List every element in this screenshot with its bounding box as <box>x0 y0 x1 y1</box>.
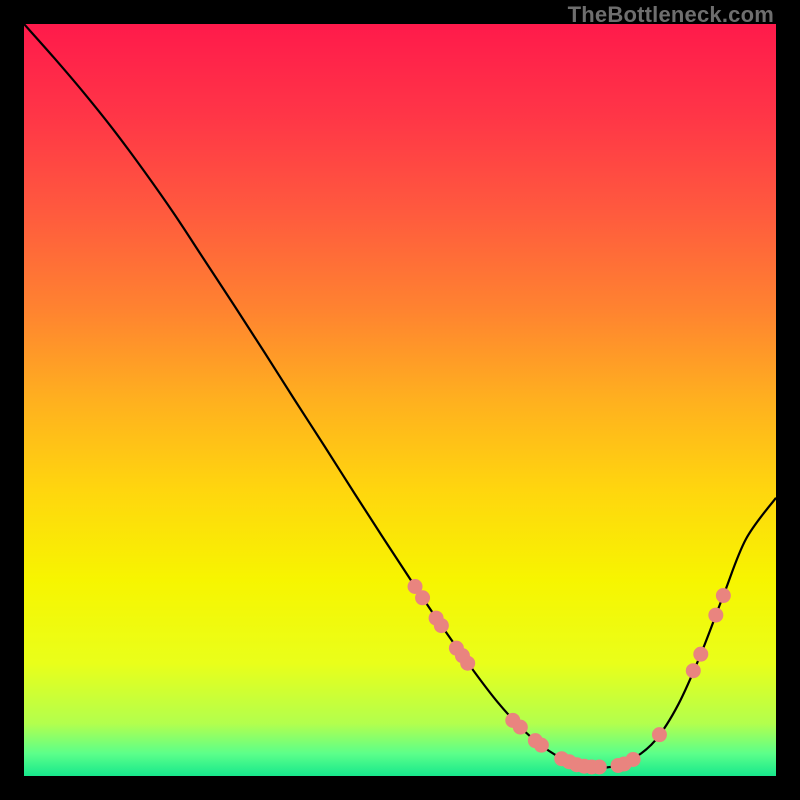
chart-svg <box>24 24 776 776</box>
data-marker <box>652 727 667 742</box>
data-marker <box>592 759 607 774</box>
data-marker <box>693 647 708 662</box>
data-marker <box>513 720 528 735</box>
data-marker <box>434 618 449 633</box>
data-marker <box>716 588 731 603</box>
data-marker <box>708 608 723 623</box>
data-marker <box>626 752 641 767</box>
chart-frame <box>24 24 776 776</box>
data-marker <box>415 590 430 605</box>
chart-background <box>24 24 776 776</box>
data-marker <box>686 663 701 678</box>
data-marker <box>534 738 549 753</box>
data-marker <box>460 656 475 671</box>
